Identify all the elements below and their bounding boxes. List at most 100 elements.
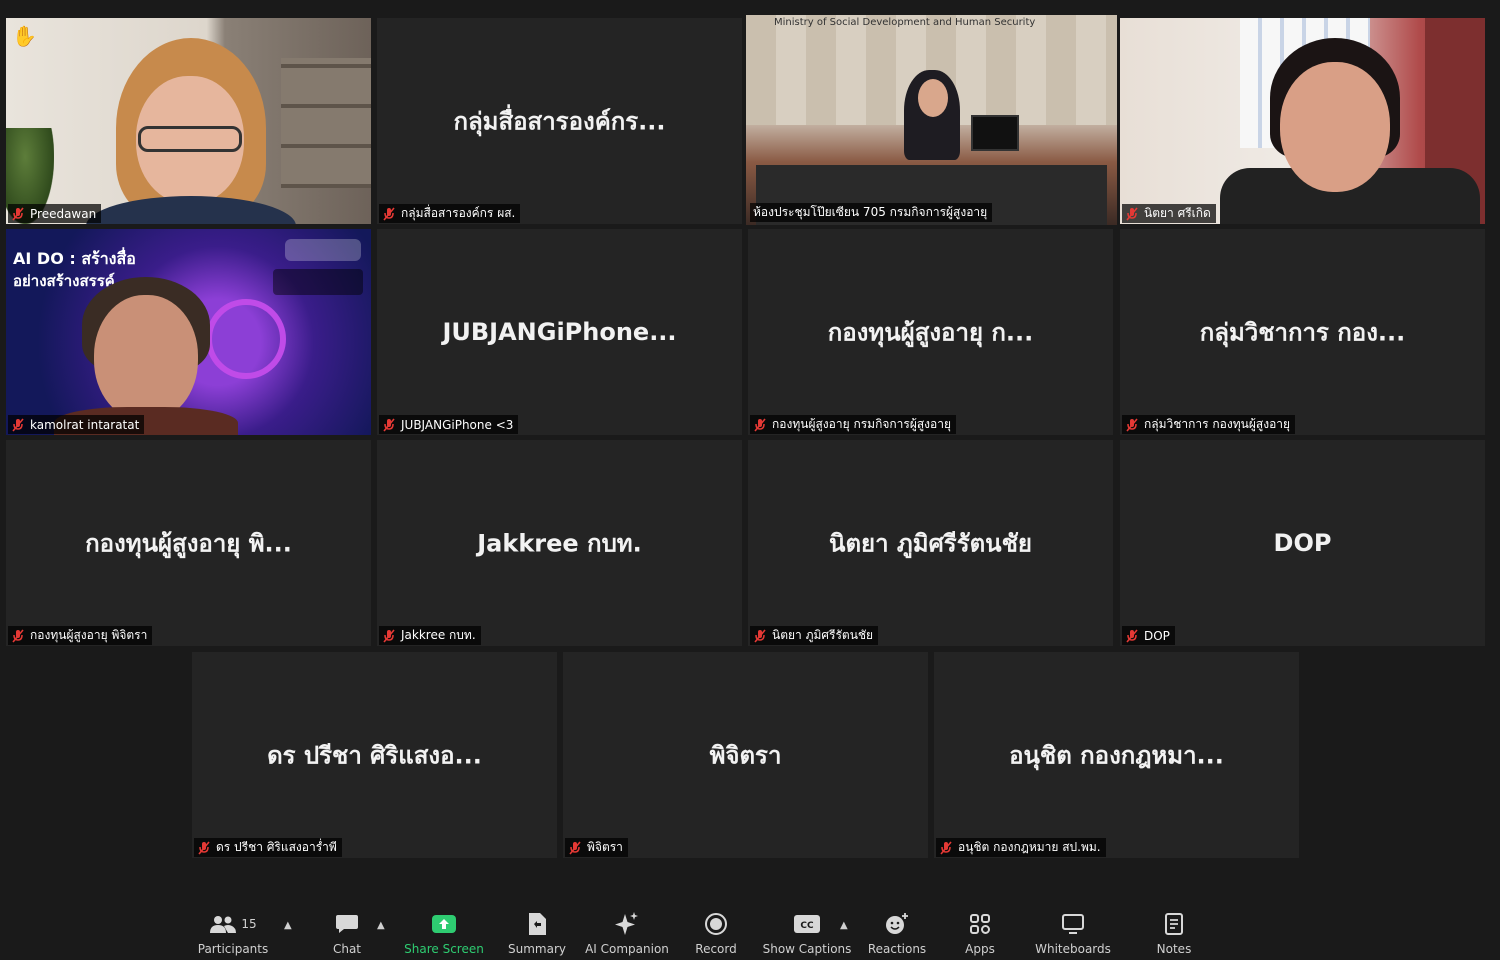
video-tile-kamolrat[interactable]: AI DO : สร้างสื่อ อย่างสร้างสรรค์ kamolr… [6, 229, 371, 435]
ai-companion-icon [615, 912, 638, 935]
participant-name: พิจิตรา [587, 840, 623, 854]
participant-display-name: นิตยา ภูมิศรีรัตนชัย [829, 529, 1032, 558]
mic-muted-icon [940, 840, 952, 855]
participant-video [1120, 18, 1485, 224]
participant-name-label: JUBJANGiPhone <3 [379, 415, 519, 434]
show-captions-label: Show Captions [762, 942, 852, 956]
video-tile-jubjang[interactable]: JUBJANGiPhone... JUBJANGiPhone <3 [377, 229, 742, 435]
share-screen-icon [432, 915, 456, 933]
captions-icon: CC [794, 915, 820, 933]
participant-name: กองทุนผู้สูงอายุ พิจิตรา [30, 628, 148, 642]
participants-icon [210, 916, 237, 933]
participant-display-name: พิจิตรา [709, 741, 782, 770]
mic-muted-icon [383, 206, 395, 221]
captions-caret-icon[interactable]: ▲ [840, 920, 850, 931]
participant-name: Preedawan [30, 206, 97, 221]
participant-name-label: อนุชิต กองกฎหมาย สป.พม. [936, 838, 1106, 857]
participant-name-label: พิจิตรา [565, 838, 628, 857]
mic-muted-icon [754, 417, 766, 432]
video-tile-anuchit[interactable]: อนุชิต กองกฎหมา... อนุชิต กองกฎหมาย สป.พ… [934, 652, 1299, 858]
mic-muted-icon [12, 417, 24, 432]
reactions-icon [886, 913, 908, 934]
apps-button[interactable]: Apps [960, 910, 1000, 960]
mic-muted-icon [12, 206, 24, 221]
raised-hand-icon: ✋ [12, 24, 37, 48]
participant-name: ดร ปรีชา ศิริแสงอาร่ำพี [216, 840, 337, 854]
summary-icon [529, 913, 546, 935]
participants-count: 15 [241, 917, 257, 931]
participant-video: Ministry of Social Development and Human… [746, 15, 1117, 225]
participants-caret-icon[interactable]: ▲ [284, 920, 294, 931]
share-screen-label: Share Screen [404, 942, 484, 956]
show-captions-button[interactable]: CC Show Captions [762, 910, 852, 960]
summary-button[interactable]: Summary [506, 910, 568, 960]
background-slide-subtitle: อย่างสร้างสรรค์ [13, 272, 115, 290]
video-tile-jakkree[interactable]: Jakkree กบท. Jakkree กบท. [377, 440, 742, 646]
meeting-toolbar: 15 Participants ▲ Chat ▲ Share Screen Su… [0, 906, 1500, 960]
video-tile-academic-group[interactable]: กลุ่มวิชาการ กอง... กลุ่มวิชาการ กองทุนผ… [1120, 229, 1485, 435]
chat-button[interactable]: Chat [326, 910, 368, 960]
participant-display-name: JUBJANGiPhone... [442, 318, 677, 346]
participant-name-label: kamolrat intaratat [8, 415, 145, 434]
participant-video: AI DO : สร้างสื่อ อย่างสร้างสรรค์ [6, 229, 371, 435]
video-tile-comm-group[interactable]: กลุ่มสื่อสารองค์กร... กลุ่มสื่อสารองค์กร… [377, 18, 742, 224]
participants-button[interactable]: 15 Participants [198, 910, 268, 960]
participant-name-label: DOP [1122, 626, 1175, 645]
apps-label: Apps [965, 942, 995, 956]
mic-muted-icon [383, 628, 395, 643]
background-logo [285, 239, 361, 261]
participant-name: กองทุนผู้สูงอายุ กรมกิจการผู้สูงอายุ [772, 417, 952, 431]
video-tile-dop[interactable]: DOP DOP [1120, 440, 1485, 646]
video-tile-meeting-room[interactable]: Ministry of Social Development and Human… [746, 15, 1117, 225]
participant-display-name: กลุ่มสื่อสารองค์กร... [453, 107, 666, 136]
notes-button[interactable]: Notes [1154, 910, 1194, 960]
video-tile-preecha[interactable]: ดร ปรีชา ศิริแสงอ... ดร ปรีชา ศิริแสงอาร… [192, 652, 557, 858]
participants-label: Participants [197, 942, 269, 956]
record-button[interactable]: Record [694, 910, 738, 960]
whiteboards-button[interactable]: Whiteboards [1034, 910, 1112, 960]
video-tile-elderly-fund[interactable]: กองทุนผู้สูงอายุ ก... กองทุนผู้สูงอายุ ก… [748, 229, 1113, 435]
reactions-button[interactable]: Reactions [866, 910, 928, 960]
participant-name: นิตยา ศรีเกิด [1144, 206, 1211, 220]
reactions-label: Reactions [867, 942, 927, 956]
chat-icon [336, 915, 358, 933]
mic-muted-icon [383, 417, 395, 432]
mic-muted-icon [1126, 206, 1138, 221]
video-tile-phichitra[interactable]: พิจิตรา พิจิตรา [563, 652, 928, 858]
participant-name: JUBJANGiPhone <3 [401, 417, 514, 432]
mic-muted-icon [1126, 417, 1138, 432]
participant-name-label: กองทุนผู้สูงอายุ กรมกิจการผู้สูงอายุ [750, 415, 957, 434]
chat-caret-icon[interactable]: ▲ [377, 920, 387, 931]
mic-muted-icon [198, 840, 210, 855]
participant-name-label: นิตยา ศรีเกิด [1122, 204, 1216, 223]
participant-name: kamolrat intaratat [30, 417, 140, 432]
record-label: Record [695, 942, 737, 956]
svg-text:CC: CC [800, 921, 814, 931]
participant-name-label: กองทุนผู้สูงอายุ พิจิตรา [8, 626, 153, 645]
participant-display-name: กองทุนผู้สูงอายุ ก... [827, 318, 1034, 347]
whiteboards-label: Whiteboards [1035, 942, 1111, 956]
mic-muted-icon [569, 840, 581, 855]
video-tile-preedawan[interactable]: ✋ Preedawan [6, 18, 371, 224]
participant-name: Jakkree กบท. [401, 628, 476, 642]
video-tile-nittaya-phumsri[interactable]: นิตยา ภูมิศรีรัตนชัย นิตยา ภูมิศรีรัตนชั… [748, 440, 1113, 646]
room-caption: Ministry of Social Development and Human… [774, 17, 1036, 28]
notes-icon [1165, 913, 1183, 935]
mic-muted-icon [1126, 628, 1138, 643]
mic-muted-icon [754, 628, 766, 643]
share-screen-button[interactable]: Share Screen [404, 910, 484, 960]
participant-display-name: อนุชิต กองกฎหมา... [1009, 741, 1224, 770]
whiteboard-icon [1062, 914, 1084, 934]
video-tile-nittaya-srikoet[interactable]: นิตยา ศรีเกิด [1120, 18, 1485, 224]
participant-name-label: Preedawan [8, 204, 102, 223]
video-tile-elderly-fund-phichitra[interactable]: กองทุนผู้สูงอายุ พิ... กองทุนผู้สูงอายุ … [6, 440, 371, 646]
participant-display-name: กลุ่มวิชาการ กอง... [1199, 318, 1406, 347]
participant-display-name: Jakkree กบท. [477, 529, 642, 558]
ai-companion-button[interactable]: AI Companion [584, 910, 670, 960]
participant-display-name: ดร ปรีชา ศิริแสงอ... [267, 741, 482, 770]
participant-name: DOP [1144, 628, 1170, 643]
participant-name: ห้องประชุมโป๊ยเซียน 705 กรมกิจการผู้สูงอ… [753, 205, 988, 219]
participant-name-label: นิตยา ภูมิศรีรัตนชัย [750, 626, 879, 645]
participant-name-label: ดร ปรีชา ศิริแสงอาร่ำพี [194, 838, 342, 857]
record-icon [705, 913, 727, 935]
